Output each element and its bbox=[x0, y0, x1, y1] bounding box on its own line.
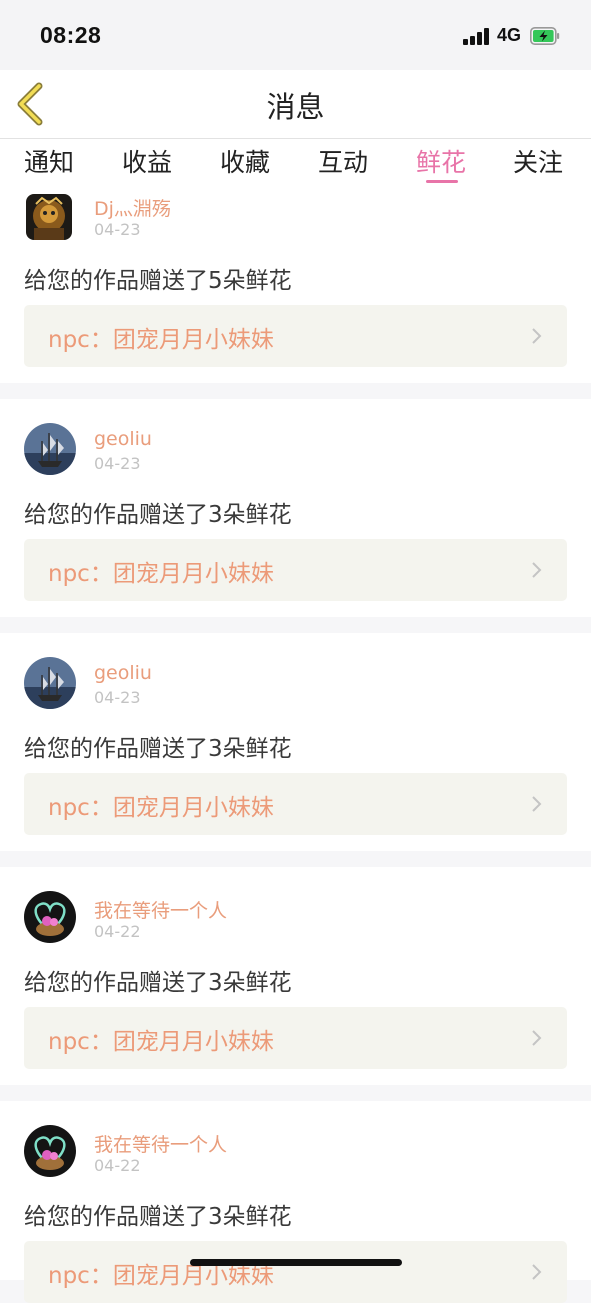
notification-date: 04-23 bbox=[94, 688, 141, 707]
user-avatar[interactable] bbox=[24, 423, 76, 475]
username[interactable]: 我在等待一个人 bbox=[94, 896, 227, 923]
user-avatar[interactable] bbox=[24, 891, 76, 943]
active-tab-indicator bbox=[426, 180, 458, 183]
notification-date: 04-23 bbox=[94, 454, 141, 473]
notification-date: 04-22 bbox=[94, 922, 141, 941]
notification-message: 给您的作品赠送了3朵鲜花 bbox=[24, 502, 292, 528]
username[interactable]: geoliu bbox=[94, 662, 152, 684]
user-avatar[interactable] bbox=[24, 657, 76, 709]
work-link[interactable]: npc：团宠月月小妹妹 bbox=[24, 539, 567, 601]
notification-message: 给您的作品赠送了3朵鲜花 bbox=[24, 1204, 292, 1230]
page-title: 消息 bbox=[266, 90, 325, 124]
username[interactable]: geoliu bbox=[94, 428, 152, 450]
tab-following[interactable]: 关注 bbox=[513, 143, 563, 179]
username[interactable]: 我在等待一个人 bbox=[94, 1130, 227, 1157]
battery-charging-icon bbox=[530, 27, 560, 45]
user-avatar[interactable] bbox=[24, 1125, 76, 1177]
notification-message: 给您的作品赠送了5朵鲜花 bbox=[24, 268, 292, 294]
network-type: 4G bbox=[497, 25, 522, 45]
work-title: npc：团宠月月小妹妹 bbox=[48, 1029, 274, 1055]
work-title: npc：团宠月月小妹妹 bbox=[48, 795, 274, 821]
status-bar: 08:28 4G bbox=[0, 0, 591, 70]
notification-date: 04-22 bbox=[94, 1156, 141, 1175]
notification-card: 我在等待一个人 04-22 给您的作品赠送了3朵鲜花 npc：团宠月月小妹妹 bbox=[0, 867, 591, 1085]
notification-card: geoliu 04-23 给您的作品赠送了3朵鲜花 npc：团宠月月小妹妹 bbox=[0, 633, 591, 851]
username[interactable]: Dj灬淵殇 bbox=[94, 194, 171, 221]
tab-interactions[interactable]: 互动 bbox=[318, 143, 368, 179]
chevron-right-icon bbox=[532, 328, 542, 344]
tab-bar: 通知 收益 收藏 互动 鲜花 关注 bbox=[0, 139, 591, 189]
notification-message: 给您的作品赠送了3朵鲜花 bbox=[24, 970, 292, 996]
notification-card: Dj灬淵殇 04-23 给您的作品赠送了5朵鲜花 npc：团宠月月小妹妹 bbox=[0, 189, 591, 383]
status-time: 08:28 bbox=[40, 22, 102, 48]
tab-flowers[interactable]: 鲜花 bbox=[416, 143, 466, 179]
notification-message: 给您的作品赠送了3朵鲜花 bbox=[24, 736, 292, 762]
work-title: npc：团宠月月小妹妹 bbox=[48, 327, 274, 353]
chevron-right-icon bbox=[532, 796, 542, 812]
navigation-header: 消息 bbox=[0, 70, 591, 139]
user-avatar[interactable] bbox=[26, 194, 72, 240]
work-link[interactable]: npc：团宠月月小妹妹 bbox=[24, 1241, 567, 1303]
work-title: npc：团宠月月小妹妹 bbox=[48, 561, 274, 587]
tab-favorites[interactable]: 收藏 bbox=[220, 143, 270, 179]
tab-notifications[interactable]: 通知 bbox=[24, 143, 74, 179]
signal-icon bbox=[463, 27, 491, 45]
chevron-right-icon bbox=[532, 1264, 542, 1280]
notification-card: 我在等待一个人 04-22 给您的作品赠送了3朵鲜花 npc：团宠月月小妹妹 bbox=[0, 1101, 591, 1303]
notification-card: geoliu 04-23 给您的作品赠送了3朵鲜花 npc：团宠月月小妹妹 bbox=[0, 399, 591, 617]
work-link[interactable]: npc：团宠月月小妹妹 bbox=[24, 305, 567, 367]
work-link[interactable]: npc：团宠月月小妹妹 bbox=[24, 773, 567, 835]
chevron-right-icon bbox=[532, 1030, 542, 1046]
work-link[interactable]: npc：团宠月月小妹妹 bbox=[24, 1007, 567, 1069]
chevron-right-icon bbox=[532, 562, 542, 578]
notification-date: 04-23 bbox=[94, 220, 141, 239]
home-indicator[interactable] bbox=[190, 1259, 402, 1266]
tab-earnings[interactable]: 收益 bbox=[122, 143, 172, 179]
